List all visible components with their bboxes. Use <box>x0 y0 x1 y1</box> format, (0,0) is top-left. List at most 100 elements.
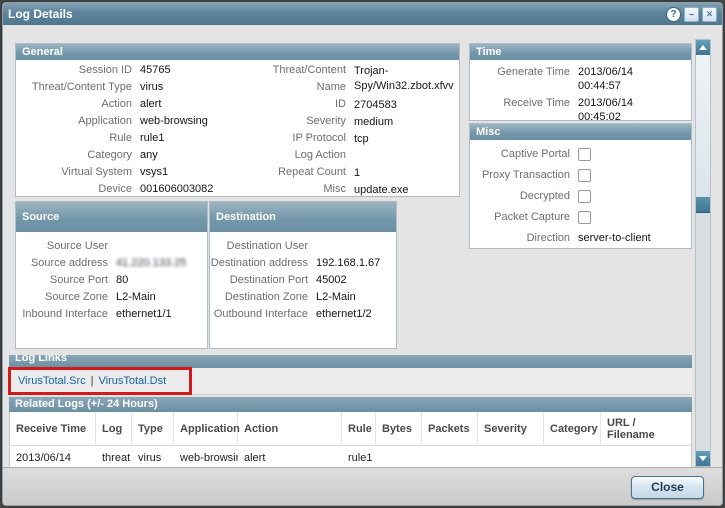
time-section: Time Generate Time2013/06/14 00:44:57 Re… <box>469 43 692 121</box>
close-button[interactable]: Close <box>631 476 704 499</box>
field-row: Source ZoneL2-Main <box>16 289 207 306</box>
misc-section: Misc Captive Portal Proxy Transaction De… <box>469 123 692 249</box>
general-section: General Session ID45765 Threat/Content T… <box>15 43 460 197</box>
field-row: Repeat Count1 <box>244 164 459 181</box>
column-header[interactable]: Rule <box>342 412 376 446</box>
column-header[interactable]: Type <box>132 412 174 446</box>
field-label: Source address <box>16 255 116 272</box>
field-label: Session ID <box>16 62 140 79</box>
field-value: alert <box>140 96 161 113</box>
dialog-footer: Close <box>3 467 722 506</box>
column-header[interactable]: Packets <box>422 412 478 446</box>
related-logs-header-row: Receive Time Log Type Application Action… <box>10 412 691 446</box>
field-value: ethernet1/2 <box>316 306 372 323</box>
virustotal-dst-link[interactable]: VirusTotal.Dst <box>99 375 167 387</box>
field-label: Direction <box>470 228 578 249</box>
field-label: Repeat Count <box>244 164 354 181</box>
column-header[interactable]: Category <box>544 412 601 446</box>
checkbox-row: Proxy Transaction <box>470 165 691 186</box>
log-links-header-label: Log Links <box>15 355 692 364</box>
captive-portal-checkbox[interactable] <box>578 148 591 161</box>
scroll-up-button[interactable] <box>696 40 710 55</box>
field-row: Virtual Systemvsys1 <box>16 164 244 181</box>
field-label: Source User <box>16 238 116 255</box>
source-address-redacted-value: 41.220.133.25 <box>116 255 186 272</box>
field-row: Generate Time2013/06/14 00:44:57 <box>470 64 691 93</box>
field-row: Categoryany <box>16 147 244 164</box>
field-label: Decrypted <box>470 186 578 207</box>
field-row: Directionserver-to-client <box>470 228 691 249</box>
field-value: L2-Main <box>116 289 156 306</box>
scrollbar-thumb[interactable] <box>696 55 710 213</box>
close-icon[interactable]: ✕ <box>702 7 717 22</box>
related-logs-partial-row[interactable]: 2013/06/14 threat virus web-browsing ale… <box>10 446 691 466</box>
field-label: Proxy Transaction <box>470 165 578 186</box>
column-header[interactable]: Bytes <box>376 412 422 446</box>
scroll-down-button[interactable] <box>696 451 710 466</box>
general-left-column: Session ID45765 Threat/Content Typevirus… <box>16 62 244 198</box>
table-cell: rule1 <box>342 446 376 466</box>
table-cell <box>544 446 601 466</box>
column-header[interactable]: Log <box>96 412 132 446</box>
field-label: ID <box>244 96 354 113</box>
column-header[interactable]: URL / Filename <box>601 412 692 446</box>
column-header[interactable]: Application <box>174 412 238 446</box>
field-value: 2013/06/14 00:45:02 <box>578 95 654 124</box>
field-value: 2013/06/14 00:44:57 <box>578 64 654 93</box>
field-row: Session ID45765 <box>16 62 244 79</box>
field-row: ID2704583 <box>244 96 459 113</box>
field-label: Misc <box>244 181 354 198</box>
field-label: Source Zone <box>16 289 116 306</box>
column-header[interactable]: Severity <box>478 412 544 446</box>
virustotal-src-link[interactable]: VirusTotal.Src <box>18 375 86 387</box>
scrollbar-track[interactable] <box>696 55 710 451</box>
minimize-icon[interactable]: – <box>684 7 699 22</box>
misc-section-header: Misc <box>470 124 691 140</box>
field-value: server-to-client <box>578 228 651 249</box>
field-row: Inbound Interfaceethernet1/1 <box>16 306 207 323</box>
checkbox-row: Packet Capture <box>470 207 691 228</box>
field-label: Severity <box>244 113 354 130</box>
field-label: Destination Zone <box>210 289 316 306</box>
field-row: Threat/Content Typevirus <box>16 79 244 96</box>
field-value: 001606003082 <box>140 181 213 198</box>
column-header[interactable]: Receive Time <box>10 412 96 446</box>
time-section-body: Generate Time2013/06/14 00:44:57 Receive… <box>470 60 691 124</box>
field-row: Receive Time2013/06/14 00:45:02 <box>470 95 691 124</box>
packet-capture-checkbox[interactable] <box>578 211 591 224</box>
table-cell: virus <box>132 446 174 466</box>
proxy-transaction-checkbox[interactable] <box>578 169 591 182</box>
general-right-column: Threat/Content NameTrojan-Spy/Win32.zbot… <box>244 62 459 198</box>
vertical-scrollbar[interactable] <box>695 39 711 467</box>
table-cell: web-browsing <box>174 446 238 466</box>
field-label: Virtual System <box>16 164 140 181</box>
misc-section-body: Captive Portal Proxy Transaction Decrypt… <box>470 140 691 249</box>
field-row: Outbound Interfaceethernet1/2 <box>210 306 396 323</box>
field-value: 45002 <box>316 272 347 289</box>
field-row: Log Action <box>244 147 459 164</box>
field-row: Destination User <box>210 238 396 255</box>
field-value: 1 <box>354 164 454 181</box>
table-cell: alert <box>238 446 342 466</box>
source-section-body: Source User Source address41.220.133.25 … <box>16 232 207 323</box>
field-label: IP Protocol <box>244 130 354 147</box>
arrow-down-icon <box>699 456 707 461</box>
field-value: tcp <box>354 130 454 147</box>
column-header[interactable]: Action <box>238 412 342 446</box>
table-cell <box>478 446 544 466</box>
field-row: Threat/Content NameTrojan-Spy/Win32.zbot… <box>244 62 459 96</box>
related-logs-section-header: Related Logs (+/- 24 Hours) <box>9 397 692 412</box>
general-section-body: Session ID45765 Threat/Content Typevirus… <box>16 60 459 198</box>
field-value: update.exe <box>354 181 454 198</box>
field-row: Destination ZoneL2-Main <box>210 289 396 306</box>
decrypted-checkbox[interactable] <box>578 190 591 203</box>
help-icon[interactable]: ? <box>666 7 681 22</box>
field-label: Inbound Interface <box>16 306 116 323</box>
dialog-titlebar[interactable]: Log Details ? – ✕ <box>3 3 722 25</box>
field-label: Threat/Content Type <box>16 79 140 96</box>
field-value: rule1 <box>140 130 164 147</box>
destination-section: Destination Destination User Destination… <box>209 201 397 349</box>
field-value <box>354 147 454 164</box>
field-label: Destination User <box>210 238 316 255</box>
table-cell: 2013/06/14 <box>10 446 96 466</box>
